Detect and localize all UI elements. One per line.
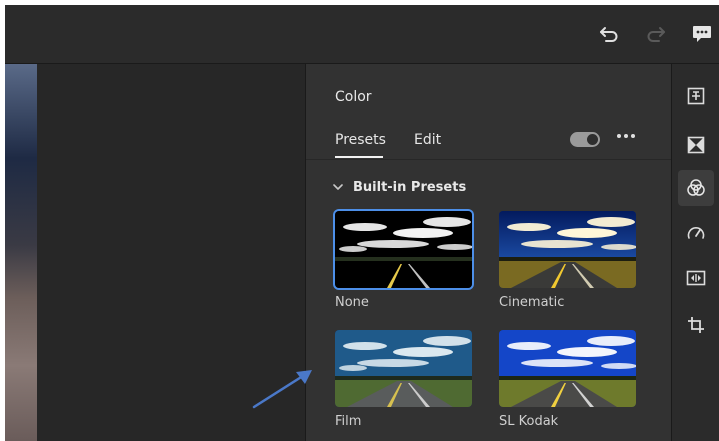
speed-icon[interactable] xyxy=(684,221,708,245)
crop-icon[interactable] xyxy=(684,313,708,337)
top-toolbar xyxy=(5,5,719,64)
more-options-icon[interactable] xyxy=(617,134,635,138)
preset-none[interactable]: .preset.selected .sky{fill:#1a5ac0} None xyxy=(335,211,472,310)
preset-thumbnail xyxy=(499,211,636,288)
presets-toggle[interactable] xyxy=(570,132,600,147)
color-icon[interactable] xyxy=(678,170,714,206)
toggle-knob xyxy=(587,134,598,145)
right-tool-rail xyxy=(671,64,719,441)
preset-thumbnail: .preset.selected .sky{fill:#1a5ac0} xyxy=(335,211,472,288)
tab-edit[interactable]: Edit xyxy=(414,132,441,148)
preset-thumbnail xyxy=(335,330,472,407)
preset-label: Cinematic xyxy=(499,295,565,310)
tab-presets[interactable]: Presets xyxy=(335,132,386,148)
preset-label: Film xyxy=(335,414,362,429)
preview-canvas[interactable] xyxy=(5,64,305,441)
preset-sl-kodak[interactable]: SL Kodak xyxy=(499,330,636,429)
preview-image-edge xyxy=(5,64,37,441)
light-icon[interactable] xyxy=(684,84,708,108)
effects-icon[interactable] xyxy=(684,133,708,157)
built-in-presets-header[interactable]: Built-in Presets xyxy=(333,180,466,195)
preset-label: SL Kodak xyxy=(499,414,559,429)
tabs-divider xyxy=(306,159,672,160)
panel-title: Color xyxy=(335,89,372,105)
app-window: Color Presets Edit Built-in Presets .pre… xyxy=(5,5,719,441)
comment-icon[interactable] xyxy=(690,23,714,45)
undo-icon[interactable] xyxy=(597,23,621,45)
color-panel: Color Presets Edit Built-in Presets .pre… xyxy=(305,64,672,441)
preset-film[interactable]: Film xyxy=(335,330,472,429)
preset-cinematic[interactable]: Cinematic xyxy=(499,211,636,310)
preset-thumbnail xyxy=(499,330,636,407)
audio-video-icon[interactable] xyxy=(684,266,708,290)
chevron-down-icon xyxy=(333,184,343,190)
section-label: Built-in Presets xyxy=(353,180,467,195)
redo-icon[interactable] xyxy=(644,23,668,45)
preset-label: None xyxy=(335,295,369,310)
active-tab-indicator xyxy=(335,156,383,158)
